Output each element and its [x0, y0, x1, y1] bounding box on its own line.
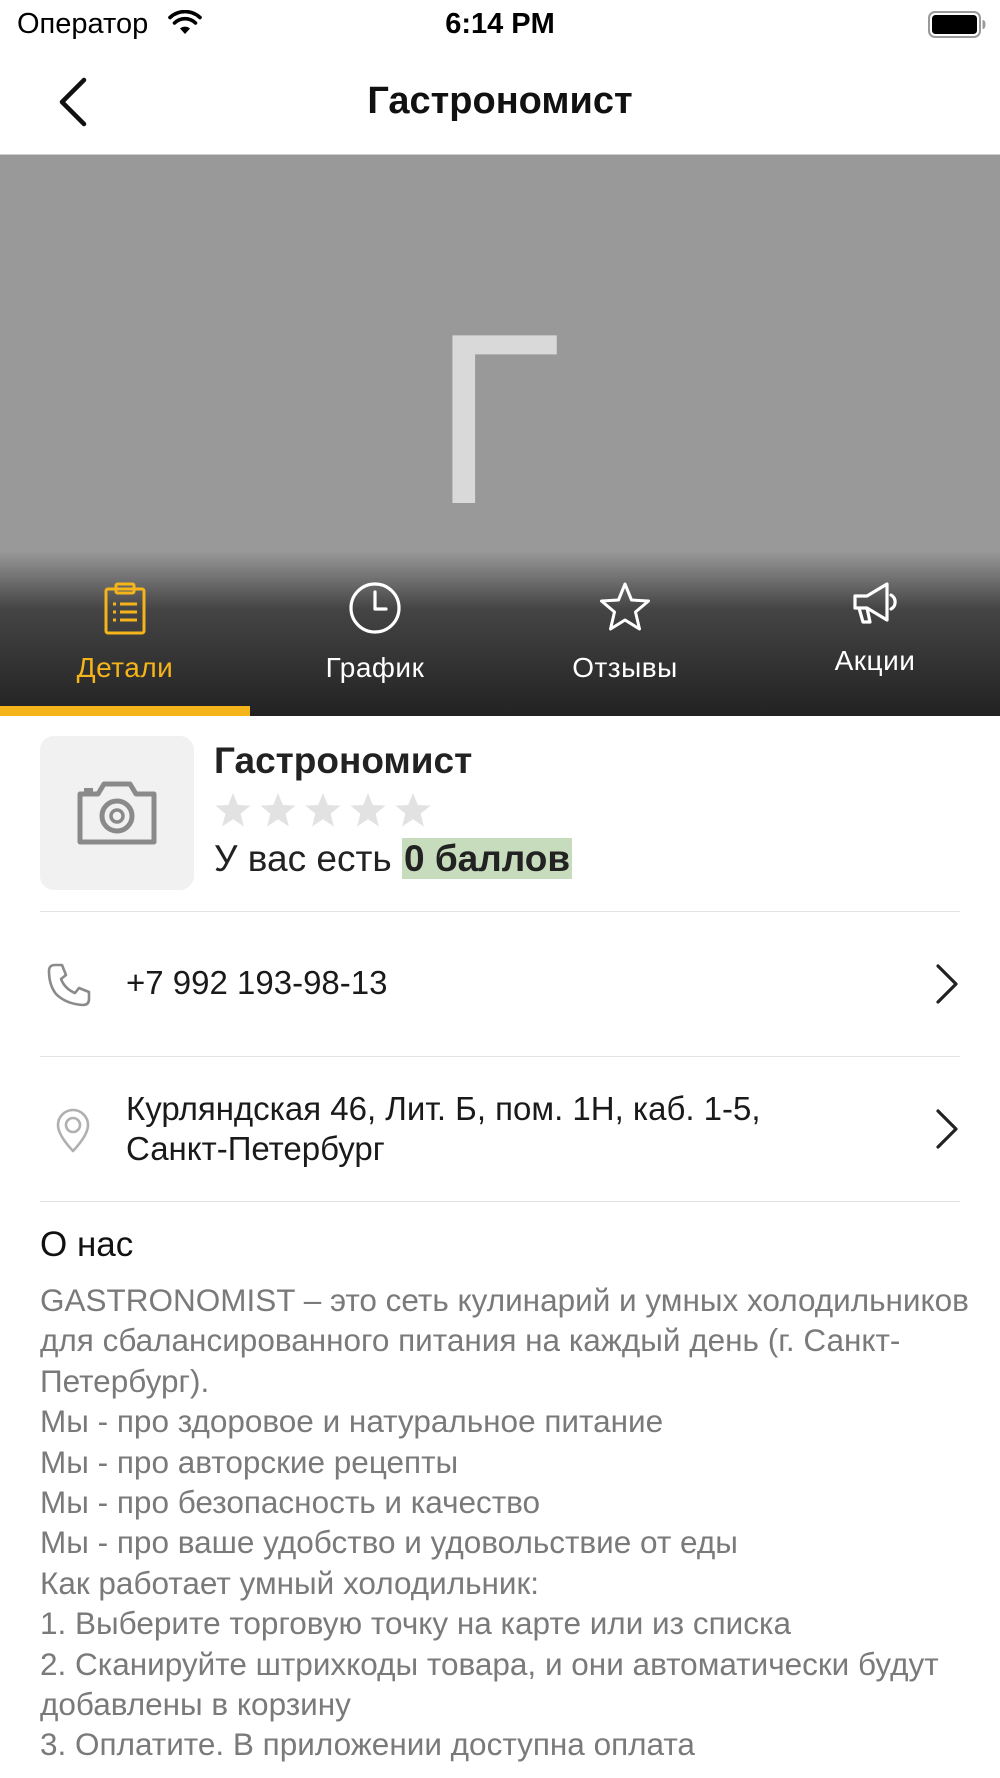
tab-promotions[interactable]: Акции	[750, 566, 1000, 716]
chevron-right-icon	[936, 964, 958, 1004]
cover-image: Г Детали График Отзывы Акции	[0, 155, 1000, 716]
place-photo-placeholder[interactable]	[40, 736, 194, 890]
page-title: Гастрономист	[367, 80, 633, 122]
clock-icon	[349, 582, 401, 634]
active-tab-indicator	[0, 706, 250, 716]
place-header: Гастрономист У вас есть 0 баллов	[40, 736, 960, 906]
rating-star-icon	[305, 793, 341, 827]
tab-details-label: Детали	[76, 652, 174, 683]
status-time: 6:14 PM	[445, 8, 555, 40]
rating-star-icon	[395, 793, 431, 827]
place-name: Гастрономист	[214, 740, 473, 781]
tab-reviews[interactable]: Отзывы	[500, 566, 750, 716]
clipboard-list-icon	[104, 582, 146, 635]
points-value: 0 баллов	[401, 838, 573, 879]
megaphone-icon	[853, 582, 897, 624]
rating-star-icon	[350, 793, 386, 827]
phone-row[interactable]: +7 992 193-98-13	[40, 912, 960, 1056]
about-text: GASTRONOMIST – это сеть кулинарий и умны…	[40, 1282, 969, 1763]
status-bar: Оператор 6:14 PM	[0, 0, 1000, 50]
phone-icon	[47, 963, 91, 1007]
divider	[40, 1201, 960, 1202]
points-prefix: У вас есть	[214, 838, 402, 879]
camera-icon	[77, 781, 157, 845]
tab-schedule-label: График	[325, 652, 425, 683]
chevron-right-icon	[936, 1109, 958, 1149]
tab-reviews-label: Отзывы	[572, 652, 678, 683]
navigation-bar: Гастрономист	[0, 50, 1000, 155]
tab-bar: Детали График Отзывы Акции	[0, 566, 1000, 716]
points-balance: У вас есть 0 баллов	[214, 838, 573, 880]
phone-number: +7 992 193-98-13	[126, 964, 388, 1001]
location-pin-icon	[56, 1108, 90, 1153]
rating-star-icon	[260, 793, 296, 827]
rating-stars	[214, 792, 432, 830]
address-row[interactable]: Курляндская 46, Лит. Б, пом. 1Н, каб. 1-…	[40, 1057, 960, 1201]
address-text: Курляндская 46, Лит. Б, пом. 1Н, каб. 1-…	[126, 1090, 761, 1167]
tab-promotions-label: Акции	[834, 645, 916, 676]
battery-icon	[928, 11, 986, 38]
about-title: О нас	[40, 1225, 134, 1264]
cover-placeholder-letter: Г	[429, 291, 571, 558]
rating-star-icon	[215, 793, 251, 827]
star-icon	[600, 582, 650, 631]
tab-schedule[interactable]: График	[250, 566, 500, 716]
tab-details[interactable]: Детали	[0, 566, 250, 716]
